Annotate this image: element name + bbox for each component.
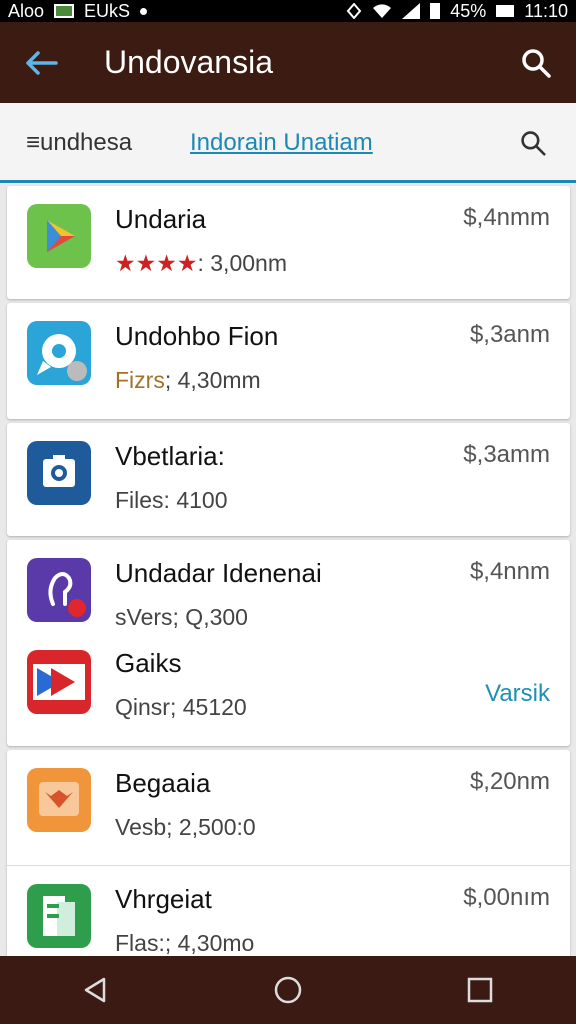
list-item[interactable]: Gaiks Qinsr; 45120 Varsik bbox=[7, 638, 570, 746]
app-subtitle: Vesb; 2,500:0 bbox=[115, 814, 256, 840]
app-price: $,00nım bbox=[463, 884, 550, 911]
notification-dot-icon bbox=[140, 7, 148, 15]
back-triangle-icon bbox=[84, 977, 106, 1003]
app-subtitle: sVers; Q,300 bbox=[115, 604, 248, 630]
app-title: Begaaia bbox=[115, 768, 211, 798]
status-time: 11:10 bbox=[524, 0, 568, 21]
app-list: Undaria ★★★★: 3,00nm $,4nmm Undohbo Fion… bbox=[7, 186, 570, 965]
status-bar: Aloo EUkS 45% 11:10 bbox=[0, 0, 576, 22]
app-price: $,3amm bbox=[463, 441, 550, 468]
arrow-icon bbox=[27, 650, 91, 714]
status-left-text: Aloo bbox=[8, 0, 45, 21]
list-item[interactable]: Undadar Idenenai sVers; Q,300 $,4nnm bbox=[7, 540, 570, 638]
search-icon bbox=[522, 48, 551, 78]
list-card: Begaaia Vesb; 2,500:0 $,20nm Vhrgeiat Fl… bbox=[7, 750, 570, 961]
app-bar: Undovansia bbox=[0, 22, 576, 103]
back-nav-button[interactable] bbox=[56, 956, 136, 1024]
list-item[interactable]: Vhrgeiat Flas:; 4,30mo $,00nım bbox=[7, 866, 570, 961]
home-circle-icon bbox=[274, 976, 302, 1004]
app-subtitle: Files: 4100 bbox=[115, 487, 228, 513]
search-button[interactable] bbox=[496, 22, 576, 103]
rating-stars: ★★★★ bbox=[115, 250, 198, 276]
page-title: Undovansia bbox=[104, 44, 273, 80]
app-price: $,20nm bbox=[469, 768, 550, 795]
app-price: $,3anm bbox=[469, 321, 550, 348]
back-button[interactable] bbox=[0, 22, 82, 103]
version-link[interactable]: Varsik bbox=[485, 680, 550, 708]
search-icon bbox=[521, 131, 546, 156]
play-triangle-icon bbox=[27, 204, 91, 268]
battery-percent: 45% bbox=[450, 0, 487, 21]
list-card: Undohbo Fion Fizrs; 4,30mm $,3anm bbox=[7, 303, 570, 419]
app-price: $,4nnm bbox=[469, 558, 550, 585]
app-subtitle: Flas:; 4,30mo bbox=[115, 930, 255, 956]
navigation-bar bbox=[0, 956, 576, 1024]
subtitle-text: ; 4,30mm bbox=[164, 367, 261, 393]
tab-indorain-unatiam[interactable]: Indorain Unatiam bbox=[0, 103, 576, 183]
app-subtitle: Qinsr; 45120 bbox=[115, 694, 247, 720]
app-title: Undadar Idenenai bbox=[115, 558, 322, 588]
camera-icon bbox=[27, 441, 91, 505]
tab-undhesa[interactable]: ≡undhesa bbox=[0, 103, 190, 183]
carrier-text: EUkS bbox=[84, 0, 131, 21]
list-item[interactable]: Begaaia Vesb; 2,500:0 $,20nm bbox=[7, 750, 570, 866]
list-item[interactable]: Undohbo Fion Fizrs; 4,30mm $,3anm bbox=[7, 303, 570, 419]
app-price: $,4nmm bbox=[463, 204, 550, 231]
battery-icon bbox=[496, 5, 515, 17]
signal-icon bbox=[402, 3, 421, 19]
audio-icon bbox=[27, 558, 91, 622]
list-item[interactable]: Undaria ★★★★: 3,00nm $,4nmm bbox=[7, 186, 570, 299]
wifi-icon bbox=[373, 4, 392, 18]
back-arrow-icon bbox=[26, 50, 58, 75]
cat-icon bbox=[27, 768, 91, 832]
app-subtitle: ★★★★: 3,00nm bbox=[115, 250, 287, 277]
home-nav-button[interactable] bbox=[248, 956, 328, 1024]
list-card: Undaria ★★★★: 3,00nm $,4nmm bbox=[7, 186, 570, 299]
app-title: Vbetlaria: bbox=[115, 441, 225, 471]
subtitle-label: Fizrs bbox=[115, 367, 165, 393]
chat-bubble-icon bbox=[27, 321, 91, 385]
tab-bar: ≡undhesa Indorain Unatiam bbox=[0, 103, 576, 183]
vibrate-icon bbox=[346, 3, 362, 19]
gallery-notification-icon bbox=[54, 4, 75, 18]
sim-icon bbox=[430, 3, 441, 19]
tab-search-button[interactable] bbox=[490, 103, 576, 183]
subtitle-text: : 3,00nm bbox=[197, 250, 287, 276]
app-title: Undohbo Fion bbox=[115, 321, 279, 351]
recents-nav-button[interactable] bbox=[440, 956, 520, 1024]
app-title: Undaria bbox=[115, 204, 207, 234]
list-card: Vbetlaria: Files: 4100 $,3amm bbox=[7, 423, 570, 536]
app-subtitle: Fizrs; 4,30mm bbox=[115, 367, 261, 394]
docs-icon bbox=[27, 884, 91, 948]
list-card: Undadar Idenenai sVers; Q,300 $,4nnm Gai… bbox=[7, 540, 570, 746]
list-item[interactable]: Vbetlaria: Files: 4100 $,3amm bbox=[7, 423, 570, 536]
app-title: Gaiks bbox=[115, 648, 182, 678]
recents-square-icon bbox=[467, 977, 493, 1003]
app-title: Vhrgeiat bbox=[115, 884, 212, 914]
